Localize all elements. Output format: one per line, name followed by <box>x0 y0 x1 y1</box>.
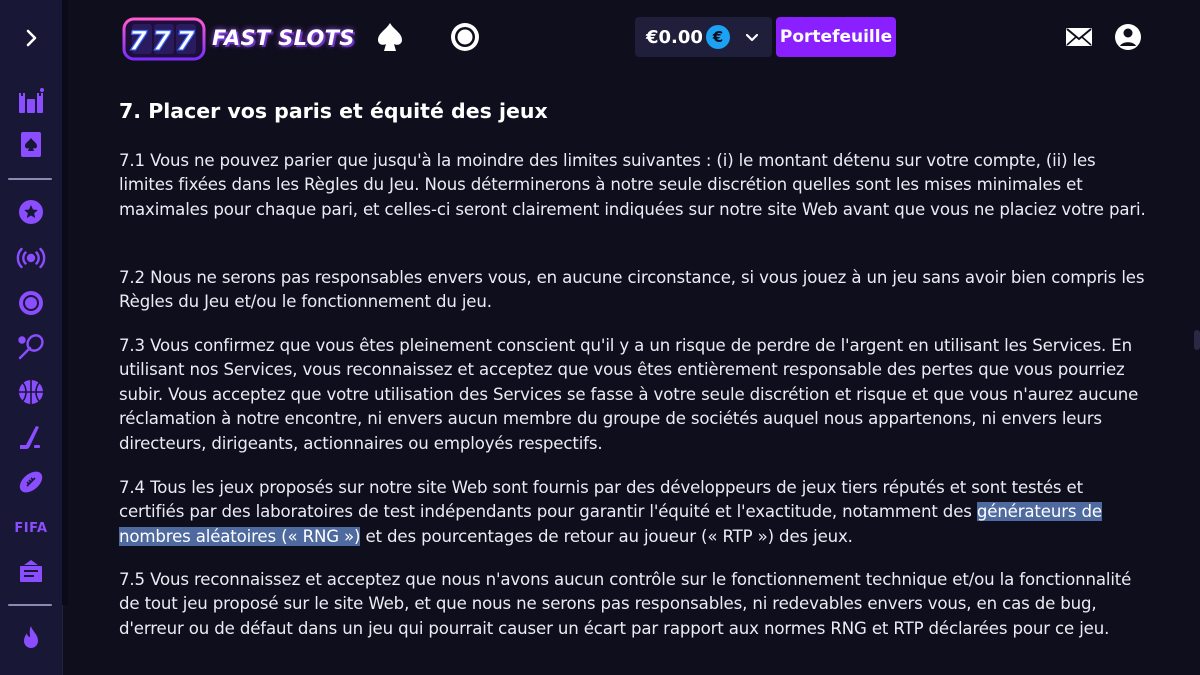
sidebar-item-fifa[interactable]: FIFA <box>13 512 49 544</box>
sidebar-scrollbar[interactable] <box>62 0 68 605</box>
sidebar-item-hockey[interactable] <box>13 422 49 454</box>
svg-text:777: 777 <box>128 26 199 57</box>
american-football-icon <box>19 471 43 493</box>
soccer-header-icon[interactable] <box>448 20 482 54</box>
sidebar: FIFA <box>0 0 63 675</box>
page-scrollbar[interactable] <box>1194 330 1200 350</box>
chevron-down-icon <box>745 33 759 42</box>
sidebar-item-tennis[interactable] <box>13 331 49 363</box>
soccer-ball-icon <box>19 291 43 315</box>
logo-777-badge: 777 <box>120 13 208 63</box>
hockey-stick-icon <box>20 426 40 449</box>
fast-slots-logo[interactable]: 777 FAST SLOTS <box>120 10 356 66</box>
sidebar-item-american-football[interactable] <box>13 466 49 498</box>
ticket-icon <box>20 560 42 582</box>
paragraph-7-4: 7.4 Tous les jeux proposés sur notre sit… <box>119 476 1149 549</box>
sidebar-item-casino-castle[interactable] <box>13 86 49 118</box>
chevron-right-icon[interactable] <box>19 26 43 50</box>
sidebar-item-live[interactable] <box>13 242 49 274</box>
user-icon[interactable] <box>1113 20 1143 54</box>
balance-amount: €0.00 <box>646 26 703 48</box>
live-broadcast-icon <box>16 247 46 269</box>
paragraph-7-5: 7.5 Vous reconnaissez et acceptez que no… <box>119 570 1132 638</box>
terms-content: 7. Placer vos paris et équité des jeux 7… <box>119 96 1149 638</box>
mail-icon[interactable] <box>1064 20 1094 54</box>
sidebar-item-hot[interactable] <box>13 622 49 654</box>
sidebar-item-basketball[interactable] <box>13 376 49 408</box>
brand-name: FAST SLOTS <box>212 26 355 50</box>
flame-icon <box>24 626 38 648</box>
sidebar-divider <box>8 178 52 180</box>
section-title: 7. Placer vos paris et équité des jeux <box>119 99 548 123</box>
sidebar-item-favorites[interactable] <box>13 196 49 228</box>
basketball-icon <box>19 380 43 404</box>
slot-machine-logo-icon: 777 <box>122 17 206 61</box>
fifa-label: FIFA <box>14 520 48 536</box>
top-header: 777 FAST SLOTS €0.00 € Portefeuille <box>68 0 1200 76</box>
paragraph-7-1: 7.1 Vous ne pouvez parier que jusqu'à la… <box>119 151 1146 219</box>
sidebar-item-tickets[interactable] <box>13 556 49 588</box>
star-badge-icon <box>19 200 43 224</box>
sidebar-item-soccer[interactable] <box>13 287 49 319</box>
wallet-button[interactable]: Portefeuille <box>776 17 896 57</box>
castle-icon <box>19 88 44 113</box>
sidebar-item-cards[interactable] <box>13 128 49 160</box>
sidebar-divider <box>8 604 52 606</box>
tennis-icon <box>18 334 44 360</box>
paragraph-7-4-text: 7.4 Tous les jeux proposés sur notre sit… <box>119 478 1083 522</box>
paragraph-7-2: 7.2 Nous ne serons pas responsables enve… <box>119 268 1145 312</box>
paragraph-7-3: 7.3 Vous confirmez que vous êtes pleinem… <box>119 336 1139 453</box>
balance-selector[interactable]: €0.00 € <box>635 17 772 57</box>
cards-icon <box>21 132 41 157</box>
spade-icon[interactable] <box>373 20 407 54</box>
euro-currency-icon: € <box>706 25 730 49</box>
paragraph-7-4-text-end: et des pourcentages de retour au joueur … <box>360 526 853 546</box>
